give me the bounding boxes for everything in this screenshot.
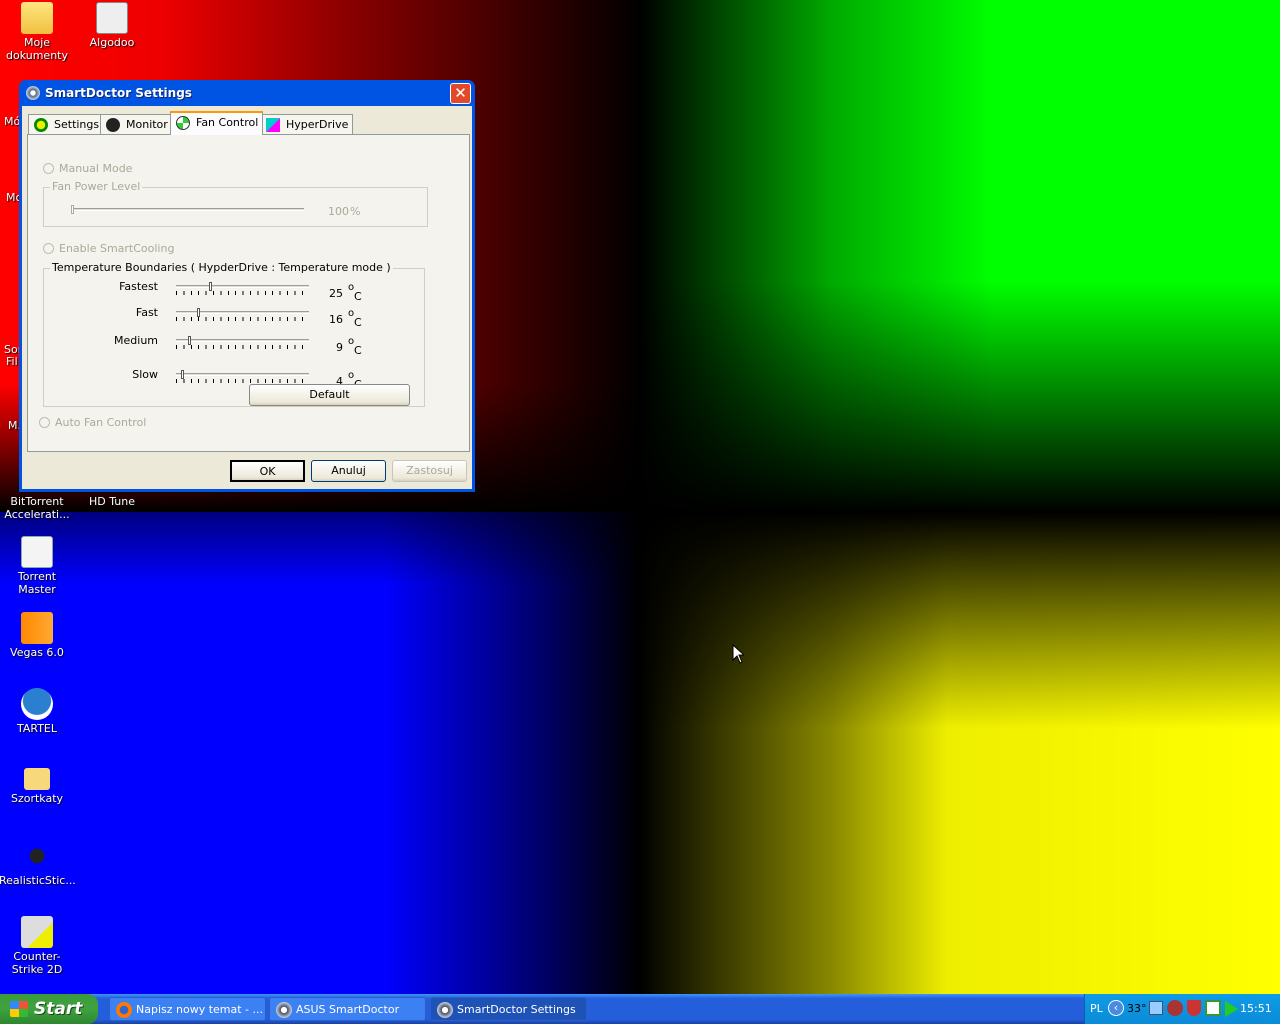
temp-value: 25: [329, 287, 343, 300]
counter-strike-icon: [21, 916, 53, 948]
desktop-icon-bittorrent[interactable]: BitTorrent Accelerati...: [0, 495, 75, 521]
taskbar-item-smartdoctor-settings[interactable]: SmartDoctor Settings: [430, 997, 587, 1021]
tab-hyperdrive[interactable]: HyperDrive: [260, 114, 354, 134]
realisticstick-icon: [21, 840, 53, 872]
temp-slider[interactable]: [176, 282, 309, 296]
smartdoctor-settings-window: SmartDoctor Settings ✕ Settings Monitor …: [19, 80, 475, 492]
tab-monitor[interactable]: Monitor: [100, 114, 173, 134]
temp-slider[interactable]: [176, 336, 309, 350]
tab-fan-control[interactable]: Fan Control: [170, 111, 264, 135]
folder-icon: [24, 768, 50, 790]
manual-mode-radio[interactable]: Manual Mode: [43, 162, 132, 175]
clock[interactable]: 15:51: [1240, 1002, 1272, 1015]
celsius-unit: C: [354, 344, 362, 357]
monitor-eye-icon: [106, 118, 120, 132]
slider-thumb[interactable]: [181, 370, 184, 379]
temperature-indicator[interactable]: 33°: [1127, 1002, 1147, 1015]
fan-power-value: 100: [328, 205, 349, 218]
security-shield-icon[interactable]: [1187, 1000, 1201, 1016]
torrent-master-icon: [21, 536, 53, 568]
smartdoctor-icon: [276, 1002, 292, 1018]
taskbar: Start Napisz nowy temat - ... ASUS Smart…: [0, 994, 1280, 1024]
vegas-icon: [21, 612, 53, 644]
default-button[interactable]: Default: [249, 384, 410, 406]
desktop-icon-szortkaty[interactable]: Szortkaty: [0, 764, 75, 805]
mouse-cursor-icon: [732, 644, 744, 664]
firefox-icon: [116, 1002, 132, 1018]
network-icon[interactable]: [1149, 1001, 1163, 1015]
ok-button[interactable]: OK: [230, 460, 305, 482]
desktop-icon-partial[interactable]: Mó: [4, 115, 20, 128]
enable-smartcooling-radio[interactable]: Enable SmartCooling: [43, 242, 174, 255]
system-tray: PL ‹ 33° 15:51: [1084, 994, 1280, 1024]
smartdoctor-icon: [26, 86, 40, 100]
slider-thumb[interactable]: [209, 282, 212, 291]
desktop-icon-moje-dokumenty[interactable]: Moje dokumenty: [0, 2, 75, 62]
slider-thumb[interactable]: [197, 308, 200, 317]
fan-power-unit: %: [350, 205, 361, 218]
desktop-icon-hdtune[interactable]: HD Tune: [74, 495, 150, 508]
desktop-icon-vegas[interactable]: Vegas 6.0: [0, 612, 75, 659]
wallpaper-blue: [0, 512, 640, 994]
tartel-icon: [21, 688, 53, 720]
temp-label: Slow: [132, 368, 158, 381]
temp-label: Medium: [114, 334, 158, 347]
auto-fan-control-radio[interactable]: Auto Fan Control: [39, 416, 146, 429]
dialog-body: Settings Monitor Fan Control HyperDrive …: [22, 106, 472, 489]
fan-control-panel: Manual Mode Fan Power Level 100 % Enable…: [27, 134, 470, 452]
fan-icon: [176, 116, 190, 130]
temp-value: 9: [336, 341, 343, 354]
temp-slider[interactable]: [176, 370, 309, 384]
algodoo-icon: [96, 2, 128, 34]
folder-documents-icon: [21, 2, 53, 34]
fan-power-level-group: Fan Power Level 100 %: [43, 180, 428, 227]
desktop-icon-torrent-master[interactable]: Torrent Master: [0, 536, 75, 596]
close-button[interactable]: ✕: [450, 83, 471, 104]
fan-power-slider[interactable]: [71, 205, 304, 219]
cancel-button[interactable]: Anuluj: [311, 460, 386, 482]
temp-value: 16: [329, 313, 343, 326]
temp-slider[interactable]: [176, 308, 309, 322]
desktop-icon-tartel[interactable]: TARTEL: [0, 688, 75, 735]
taskbar-item-firefox[interactable]: Napisz nowy temat - ...: [109, 997, 266, 1021]
language-indicator[interactable]: PL: [1090, 1002, 1103, 1015]
desktop-icon-realisticstick[interactable]: RealisticStic...: [0, 840, 76, 887]
chevron-left-icon[interactable]: ‹: [1108, 1000, 1124, 1016]
celsius-unit: C: [354, 316, 362, 329]
start-button[interactable]: Start: [0, 994, 98, 1024]
play-icon[interactable]: [1225, 1001, 1238, 1017]
window-title: SmartDoctor Settings: [45, 86, 192, 100]
hyperdrive-icon: [266, 118, 280, 132]
wallpaper-yellow: [640, 512, 1280, 994]
wallpaper-green: [640, 0, 1280, 512]
taskbar-item-asus-smartdoctor[interactable]: ASUS SmartDoctor: [269, 997, 426, 1021]
title-bar[interactable]: SmartDoctor Settings: [22, 80, 472, 106]
tab-settings[interactable]: Settings: [28, 114, 105, 134]
crosshair-icon: [34, 118, 48, 132]
desktop-icon-partial[interactable]: Fil: [6, 355, 18, 368]
windows-logo-icon: [10, 1001, 28, 1017]
apply-button[interactable]: Zastosuj: [392, 460, 467, 482]
temp-label: Fastest: [119, 280, 158, 293]
desktop-icon-algodoo[interactable]: Algodoo: [74, 2, 150, 49]
desktop-icon-counter-strike[interactable]: Counter-Strike 2D: [0, 916, 75, 976]
celsius-unit: C: [354, 290, 362, 303]
antivirus-check-icon[interactable]: [1167, 1000, 1183, 1016]
slider-thumb[interactable]: [188, 336, 191, 345]
utorrent-icon[interactable]: [1205, 1000, 1221, 1016]
temp-label: Fast: [135, 306, 158, 319]
smartdoctor-icon: [437, 1002, 453, 1018]
